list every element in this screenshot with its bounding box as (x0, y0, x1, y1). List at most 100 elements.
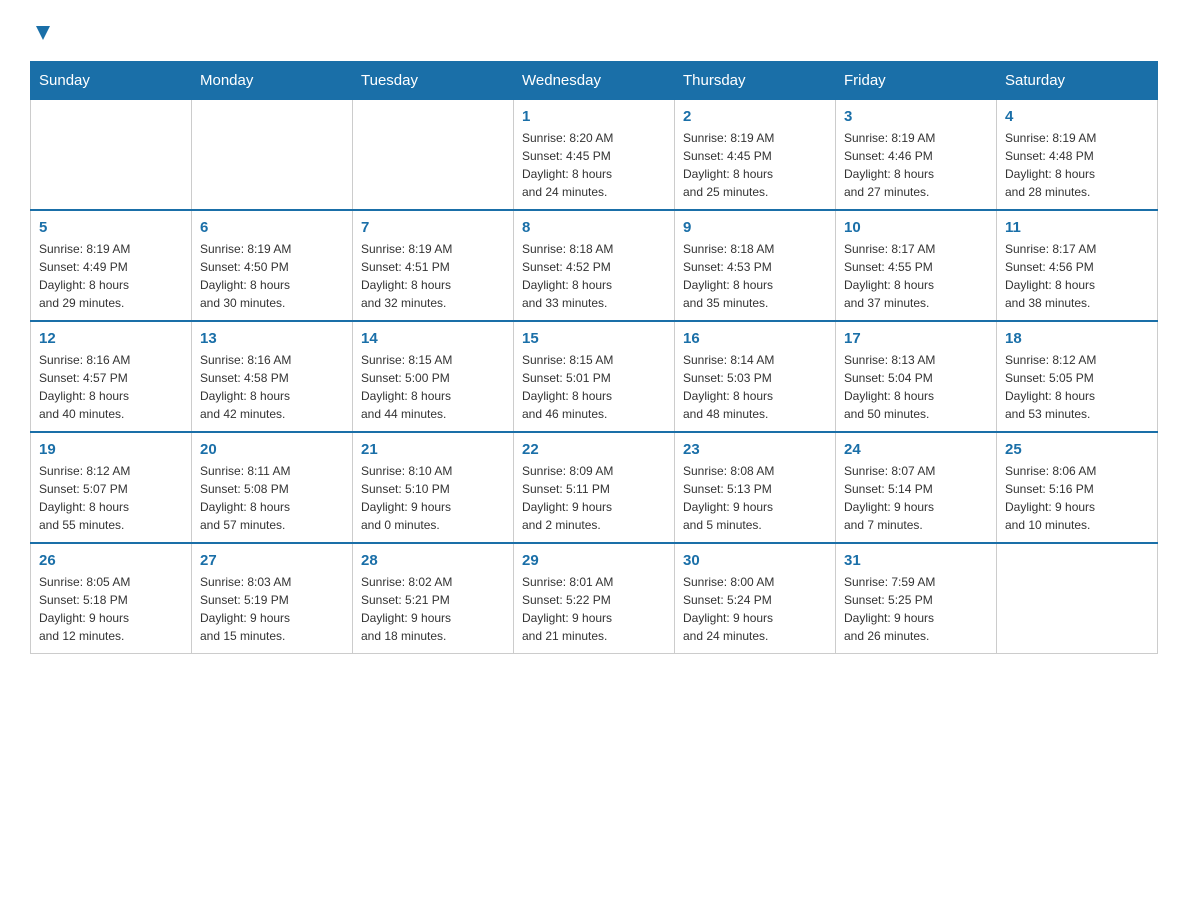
calendar-cell: 25Sunrise: 8:06 AMSunset: 5:16 PMDayligh… (997, 432, 1158, 543)
day-number: 30 (683, 552, 827, 569)
day-info: Sunrise: 8:13 AMSunset: 5:04 PMDaylight:… (844, 351, 988, 423)
day-number: 9 (683, 219, 827, 236)
header-cell-thursday: Thursday (675, 62, 836, 100)
day-number: 27 (200, 552, 344, 569)
calendar-cell (31, 100, 192, 211)
header-cell-monday: Monday (192, 62, 353, 100)
day-number: 28 (361, 552, 505, 569)
day-number: 24 (844, 441, 988, 458)
day-info: Sunrise: 8:03 AMSunset: 5:19 PMDaylight:… (200, 573, 344, 645)
calendar-cell: 18 Sunrise: 8:12 AMSunset: 5:05 PMDayligh… (997, 321, 1158, 432)
day-number: 7 (361, 219, 505, 236)
calendar-cell: 19 Sunrise: 8:12 AMSunset: 5:07 PMDayligh… (31, 432, 192, 543)
day-info: Sunrise: 8:15 AMSunset: 5:01 PMDaylight:… (522, 351, 666, 423)
day-info: Sunrise: 8:18 AMSunset: 4:53 PMDaylight:… (683, 240, 827, 312)
calendar-cell (353, 100, 514, 211)
day-info: Sunrise: 8:09 AMSunset: 5:11 PMDaylight:… (522, 462, 666, 534)
day-number: 13 (200, 330, 344, 347)
logo (30, 20, 54, 41)
calendar-cell: 3 Sunrise: 8:19 AMSunset: 4:46 PMDaylight… (836, 100, 997, 211)
calendar-week-4: 19 Sunrise: 8:12 AMSunset: 5:07 PMDayligh… (31, 432, 1158, 543)
calendar-week-1: 1Sunrise: 8:20 AMSunset: 4:45 PMDaylight… (31, 100, 1158, 211)
day-info: Sunrise: 8:18 AMSunset: 4:52 PMDaylight:… (522, 240, 666, 312)
header-cell-wednesday: Wednesday (514, 62, 675, 100)
calendar-cell: 26 Sunrise: 8:05 AMSunset: 5:18 PMDayligh… (31, 543, 192, 654)
calendar-cell: 24 Sunrise: 8:07 AMSunset: 5:14 PMDayligh… (836, 432, 997, 543)
calendar-cell: 9 Sunrise: 8:18 AMSunset: 4:53 PMDaylight… (675, 210, 836, 321)
day-number: 18 (1005, 330, 1149, 347)
day-info: Sunrise: 8:19 AMSunset: 4:45 PMDaylight:… (683, 129, 827, 201)
day-number: 17 (844, 330, 988, 347)
calendar-table: SundayMondayTuesdayWednesdayThursdayFrid… (30, 61, 1158, 654)
calendar-cell: 31 Sunrise: 7:59 AMSunset: 5:25 PMDayligh… (836, 543, 997, 654)
day-number: 1 (522, 108, 666, 125)
day-info: Sunrise: 8:12 AMSunset: 5:07 PMDaylight:… (39, 462, 183, 534)
day-number: 4 (1005, 108, 1149, 125)
day-number: 29 (522, 552, 666, 569)
calendar-header-row: SundayMondayTuesdayWednesdayThursdayFrid… (31, 62, 1158, 100)
calendar-cell: 11 Sunrise: 8:17 AMSunset: 4:56 PMDayligh… (997, 210, 1158, 321)
calendar-cell: 2 Sunrise: 8:19 AMSunset: 4:45 PMDaylight… (675, 100, 836, 211)
day-info: Sunrise: 8:05 AMSunset: 5:18 PMDaylight:… (39, 573, 183, 645)
day-info: Sunrise: 8:06 AMSunset: 5:16 PMDaylight:… (1005, 462, 1149, 534)
day-info: Sunrise: 8:17 AMSunset: 4:56 PMDaylight:… (1005, 240, 1149, 312)
calendar-cell: 7 Sunrise: 8:19 AMSunset: 4:51 PMDaylight… (353, 210, 514, 321)
day-number: 15 (522, 330, 666, 347)
day-info: Sunrise: 8:19 AMSunset: 4:51 PMDaylight:… (361, 240, 505, 312)
day-info: Sunrise: 8:15 AMSunset: 5:00 PMDaylight:… (361, 351, 505, 423)
day-info: Sunrise: 8:17 AMSunset: 4:55 PMDaylight:… (844, 240, 988, 312)
day-number: 12 (39, 330, 183, 347)
calendar-body: 1Sunrise: 8:20 AMSunset: 4:45 PMDaylight… (31, 100, 1158, 654)
calendar-week-3: 12 Sunrise: 8:16 AMSunset: 4:57 PMDayligh… (31, 321, 1158, 432)
day-number: 23 (683, 441, 827, 458)
day-number: 31 (844, 552, 988, 569)
day-number: 2 (683, 108, 827, 125)
calendar-cell (192, 100, 353, 211)
header-cell-sunday: Sunday (31, 62, 192, 100)
calendar-cell: 6 Sunrise: 8:19 AMSunset: 4:50 PMDaylight… (192, 210, 353, 321)
day-info: Sunrise: 8:14 AMSunset: 5:03 PMDaylight:… (683, 351, 827, 423)
logo-arrow-icon (32, 22, 54, 44)
calendar-cell: 10 Sunrise: 8:17 AMSunset: 4:55 PMDayligh… (836, 210, 997, 321)
calendar-cell: 29 Sunrise: 8:01 AMSunset: 5:22 PMDayligh… (514, 543, 675, 654)
calendar-cell: 27 Sunrise: 8:03 AMSunset: 5:19 PMDayligh… (192, 543, 353, 654)
day-number: 22 (522, 441, 666, 458)
day-info: Sunrise: 8:19 AMSunset: 4:46 PMDaylight:… (844, 129, 988, 201)
day-info: Sunrise: 8:01 AMSunset: 5:22 PMDaylight:… (522, 573, 666, 645)
calendar-cell: 20 Sunrise: 8:11 AMSunset: 5:08 PMDayligh… (192, 432, 353, 543)
calendar-cell: 23Sunrise: 8:08 AMSunset: 5:13 PMDayligh… (675, 432, 836, 543)
header-cell-saturday: Saturday (997, 62, 1158, 100)
calendar-cell: 12 Sunrise: 8:16 AMSunset: 4:57 PMDayligh… (31, 321, 192, 432)
calendar-cell: 21Sunrise: 8:10 AMSunset: 5:10 PMDayligh… (353, 432, 514, 543)
day-number: 20 (200, 441, 344, 458)
calendar-cell: 28Sunrise: 8:02 AMSunset: 5:21 PMDayligh… (353, 543, 514, 654)
calendar-cell (997, 543, 1158, 654)
calendar-cell: 17 Sunrise: 8:13 AMSunset: 5:04 PMDayligh… (836, 321, 997, 432)
calendar-week-2: 5Sunrise: 8:19 AMSunset: 4:49 PMDaylight… (31, 210, 1158, 321)
day-info: Sunrise: 8:12 AMSunset: 5:05 PMDaylight:… (1005, 351, 1149, 423)
day-number: 11 (1005, 219, 1149, 236)
day-info: Sunrise: 8:16 AMSunset: 4:57 PMDaylight:… (39, 351, 183, 423)
day-number: 14 (361, 330, 505, 347)
header-cell-friday: Friday (836, 62, 997, 100)
day-number: 19 (39, 441, 183, 458)
day-info: Sunrise: 8:00 AMSunset: 5:24 PMDaylight:… (683, 573, 827, 645)
day-number: 16 (683, 330, 827, 347)
calendar-week-5: 26 Sunrise: 8:05 AMSunset: 5:18 PMDayligh… (31, 543, 1158, 654)
calendar-cell: 4 Sunrise: 8:19 AMSunset: 4:48 PMDaylight… (997, 100, 1158, 211)
page-header (30, 20, 1158, 41)
day-number: 8 (522, 219, 666, 236)
day-info: Sunrise: 8:19 AMSunset: 4:50 PMDaylight:… (200, 240, 344, 312)
calendar-cell: 30 Sunrise: 8:00 AMSunset: 5:24 PMDayligh… (675, 543, 836, 654)
day-info: Sunrise: 7:59 AMSunset: 5:25 PMDaylight:… (844, 573, 988, 645)
day-number: 6 (200, 219, 344, 236)
calendar-cell: 1Sunrise: 8:20 AMSunset: 4:45 PMDaylight… (514, 100, 675, 211)
day-info: Sunrise: 8:07 AMSunset: 5:14 PMDaylight:… (844, 462, 988, 534)
calendar-cell: 15 Sunrise: 8:15 AMSunset: 5:01 PMDayligh… (514, 321, 675, 432)
day-info: Sunrise: 8:19 AMSunset: 4:48 PMDaylight:… (1005, 129, 1149, 201)
day-number: 21 (361, 441, 505, 458)
day-number: 26 (39, 552, 183, 569)
day-info: Sunrise: 8:11 AMSunset: 5:08 PMDaylight:… (200, 462, 344, 534)
day-number: 3 (844, 108, 988, 125)
day-number: 10 (844, 219, 988, 236)
